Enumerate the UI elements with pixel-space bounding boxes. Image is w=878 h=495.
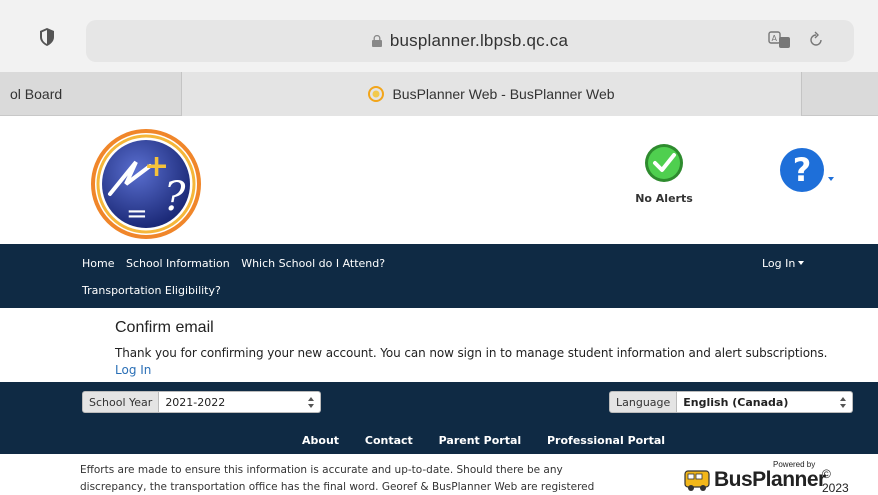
language-label: Language bbox=[609, 391, 678, 413]
footer-bar: School Year 2021-2022 Language English (… bbox=[0, 382, 878, 454]
footer-links: About Contact Parent Portal Professional… bbox=[302, 434, 687, 447]
tab-label: BusPlanner Web - BusPlanner Web bbox=[392, 86, 615, 102]
svg-text:?: ? bbox=[164, 174, 186, 220]
footer-link-about[interactable]: About bbox=[302, 434, 339, 447]
lock-icon bbox=[371, 35, 382, 47]
svg-text:=: = bbox=[126, 199, 148, 229]
help-icon[interactable]: ? bbox=[778, 146, 826, 194]
confirmation-message: Thank you for confirming your new accoun… bbox=[115, 346, 828, 360]
language-selector: Language English (Canada) bbox=[609, 391, 854, 413]
page-title: Confirm email bbox=[115, 319, 214, 336]
url-label: busplanner.lbpsb.qc.ca bbox=[389, 31, 569, 50]
tab-school-board[interactable]: ol Board bbox=[0, 72, 182, 116]
main-navigation: Home School Information Which School do … bbox=[0, 244, 878, 308]
copyright-year: 2023 bbox=[822, 481, 849, 495]
school-year-selector: School Year 2021-2022 bbox=[82, 391, 322, 413]
busplanner-favicon-icon bbox=[368, 86, 385, 102]
nav-item-transportation-eligibility[interactable]: Transportation Eligibility? bbox=[82, 284, 221, 297]
select-arrows-icon bbox=[840, 397, 847, 408]
school-board-logo[interactable]: + ? = bbox=[80, 124, 216, 240]
tab-busplanner[interactable]: BusPlanner Web - BusPlanner Web bbox=[182, 72, 802, 116]
disclaimer-line: Efforts are made to ensure this informat… bbox=[80, 464, 563, 476]
translate-icon[interactable]: A bbox=[768, 30, 792, 50]
login-link[interactable]: Log In bbox=[115, 363, 151, 377]
school-year-label: School Year bbox=[82, 391, 160, 413]
svg-text:A: A bbox=[772, 34, 778, 43]
language-select[interactable]: English (Canada) bbox=[677, 391, 854, 413]
content-area: Confirm email Thank you for confirming y… bbox=[0, 308, 878, 382]
tab-label: ol Board bbox=[10, 86, 63, 102]
copyright-symbol: © bbox=[822, 467, 831, 481]
school-year-select[interactable]: 2021-2022 bbox=[159, 391, 322, 413]
footer-link-contact[interactable]: Contact bbox=[365, 434, 413, 447]
footer-link-professional-portal[interactable]: Professional Portal bbox=[547, 434, 665, 447]
school-bus-icon bbox=[684, 470, 710, 491]
browser-toolbar: busplanner.lbpsb.qc.ca A bbox=[0, 0, 878, 72]
disclaimer-text: Efforts are made to ensure this informat… bbox=[80, 462, 640, 495]
address-bar[interactable]: busplanner.lbpsb.qc.ca A bbox=[86, 20, 854, 62]
tab-bar: ol Board BusPlanner Web - BusPlanner Web bbox=[0, 72, 878, 116]
select-arrows-icon bbox=[308, 397, 315, 408]
site-header: + ? = No Alerts ? bbox=[0, 116, 878, 244]
svg-text:?: ? bbox=[793, 151, 812, 189]
check-icon[interactable] bbox=[644, 143, 684, 183]
nav-item-home[interactable]: Home bbox=[82, 257, 114, 270]
chevron-down-icon bbox=[798, 261, 805, 265]
language-value: English (Canada) bbox=[683, 396, 789, 409]
shield-icon[interactable] bbox=[40, 28, 54, 46]
nav-item-which-school[interactable]: Which School do I Attend? bbox=[241, 257, 385, 270]
school-year-value: 2021-2022 bbox=[165, 396, 226, 409]
busplanner-logo-text[interactable]: BusPlanner bbox=[714, 468, 826, 492]
nav-row: Home School Information Which School do … bbox=[82, 257, 393, 270]
login-dropdown[interactable]: Log In bbox=[762, 257, 805, 270]
url-text: busplanner.lbpsb.qc.ca bbox=[86, 31, 854, 51]
alerts-status: No Alerts bbox=[635, 192, 693, 205]
disclaimer-line: discrepancy, the transportation office h… bbox=[80, 481, 595, 493]
nav-item-school-information[interactable]: School Information bbox=[126, 257, 230, 270]
footer-link-parent-portal[interactable]: Parent Portal bbox=[439, 434, 522, 447]
login-label: Log In bbox=[762, 257, 796, 270]
reload-icon[interactable] bbox=[808, 31, 824, 49]
chevron-down-icon[interactable] bbox=[828, 177, 834, 181]
